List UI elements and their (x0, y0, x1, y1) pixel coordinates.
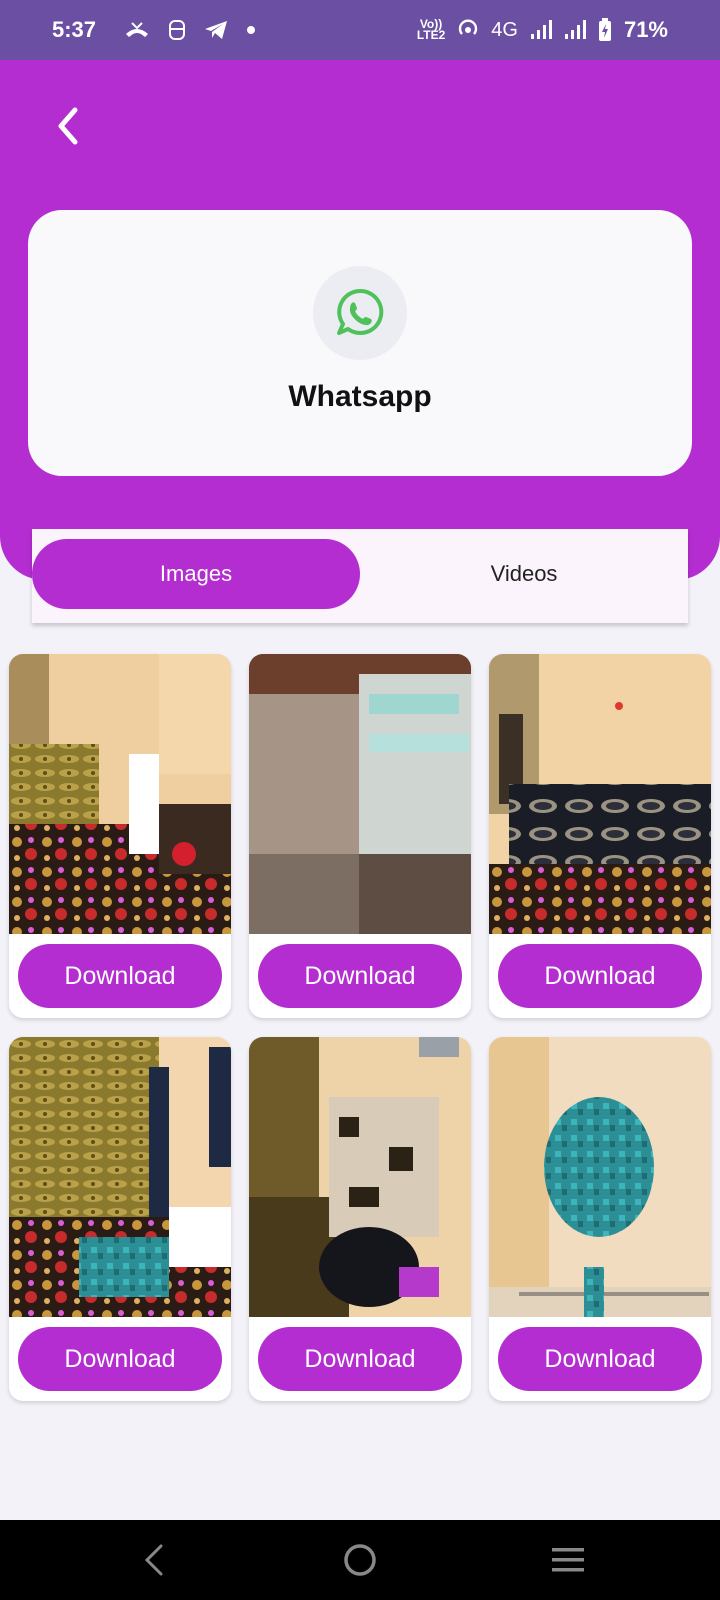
media-card: Download (489, 654, 711, 1018)
volte-label: Vo)) LTE2 (416, 17, 446, 42)
download-button[interactable]: Download (258, 944, 462, 1008)
battery-percent: 71% (623, 17, 668, 42)
app-title: Whatsapp (288, 380, 432, 413)
media-card: Download (249, 1037, 471, 1401)
nav-home-icon (344, 1544, 376, 1576)
missed-call-icon (126, 22, 149, 37)
media-thumbnail[interactable] (9, 654, 231, 934)
download-button[interactable]: Download (498, 1327, 702, 1391)
network-type: 4G (491, 18, 518, 41)
tab-videos[interactable]: Videos (360, 539, 688, 609)
chevron-left-icon (58, 107, 78, 145)
media-thumbnail[interactable] (249, 654, 471, 934)
status-right: Vo)) LTE2 4G 71% (417, 17, 668, 43)
app-icon-container (313, 266, 407, 360)
nav-home-button[interactable] (338, 1538, 382, 1582)
telegram-icon (205, 21, 228, 39)
signal-icon-2 (564, 20, 586, 39)
nav-back-button[interactable] (132, 1538, 176, 1582)
media-thumbnail[interactable] (489, 654, 711, 934)
signal-icon-1 (530, 20, 552, 39)
app-notification-icon (169, 20, 186, 40)
media-thumbnail[interactable] (249, 1037, 471, 1317)
nav-recents-icon (552, 1548, 584, 1572)
back-button[interactable] (46, 100, 90, 152)
nav-recents-button[interactable] (546, 1538, 590, 1582)
status-time: 5:37 (52, 17, 97, 42)
nav-back-icon (144, 1544, 163, 1576)
battery-charging-icon (598, 18, 611, 41)
dot-icon (247, 26, 256, 34)
media-thumbnail[interactable] (489, 1037, 711, 1317)
app-card: Whatsapp (28, 210, 692, 476)
whatsapp-icon (337, 288, 384, 335)
status-bar: 5:37 Vo)) LTE2 4G 71% (0, 0, 720, 60)
download-button[interactable]: Download (18, 944, 222, 1008)
notification-icons (124, 19, 256, 41)
tab-bar: Images Videos (32, 529, 688, 623)
media-card: Download (9, 654, 231, 1018)
media-thumbnail[interactable] (9, 1037, 231, 1317)
download-button[interactable]: Download (258, 1327, 462, 1391)
download-button[interactable]: Download (18, 1327, 222, 1391)
hotspot-icon (459, 19, 478, 35)
media-card: Download (9, 1037, 231, 1401)
media-card: Download (249, 654, 471, 1018)
system-nav-bar (0, 1520, 720, 1600)
tab-images[interactable]: Images (32, 539, 360, 609)
download-button[interactable]: Download (498, 944, 702, 1008)
media-card: Download (489, 1037, 711, 1401)
